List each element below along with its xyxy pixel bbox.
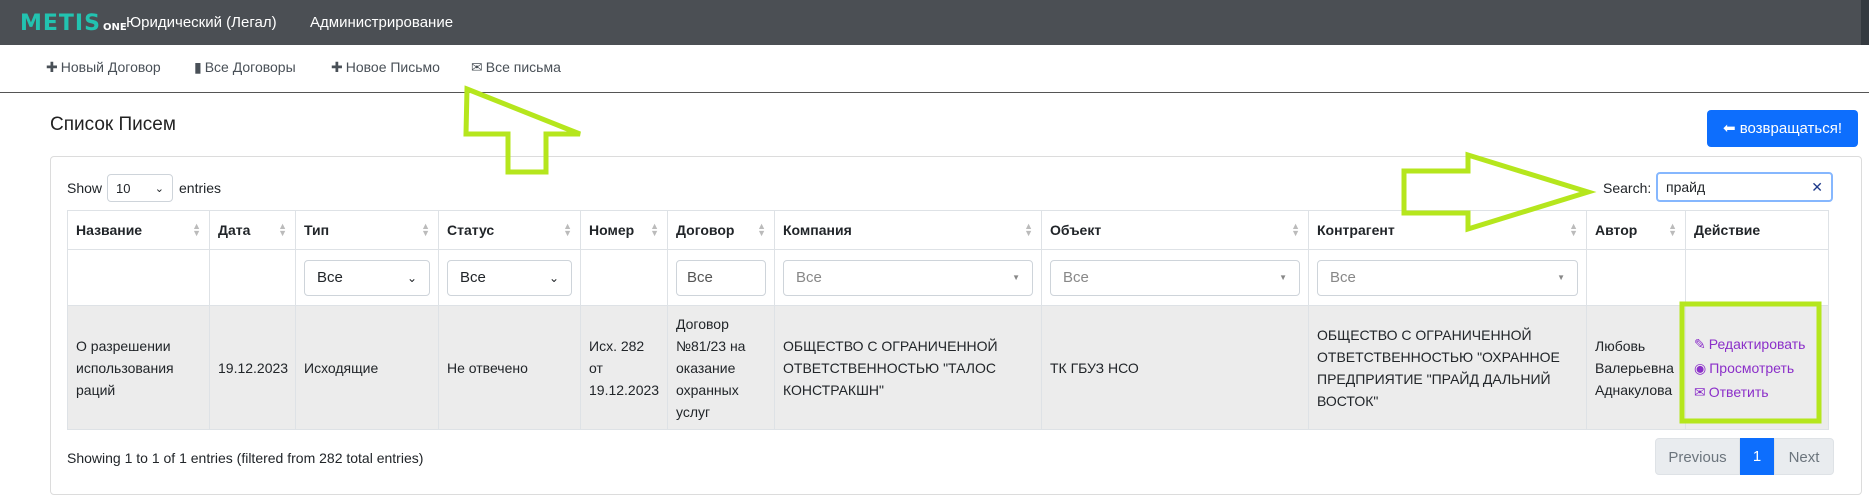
- pencil-icon: ✎: [1694, 335, 1706, 352]
- all-letters-link[interactable]: ✉ Все письма: [471, 59, 561, 76]
- sort-icon: ▲ ▼: [563, 221, 572, 238]
- edit-link[interactable]: ✎ Редактировать: [1694, 332, 1820, 356]
- filter-row: Все ⌄ Все ⌄ Все Все ▼ Все ▼ Все ▼: [67, 249, 1829, 306]
- cell-object: ТК ГБУЗ НСО: [1041, 305, 1309, 430]
- envelope-icon: ✉: [471, 59, 483, 75]
- envelope-icon: ✉: [1694, 383, 1706, 400]
- sort-icon: ▲ ▼: [1569, 221, 1578, 238]
- cell-date: 19.12.2023: [209, 305, 296, 430]
- column-header-object[interactable]: Объект ▲ ▼: [1041, 210, 1309, 250]
- letters-table: Название ▲ ▼ Дата ▲ ▼ Тип ▲ ▼ Статус ▲ ▼ Номер ▲ ▼…: [67, 210, 1829, 430]
- sort-icon: ▲ ▼: [757, 221, 766, 238]
- sort-icon: ▲ ▼: [1668, 221, 1677, 238]
- cell-actions: ✎ Редактировать ◉ Просмотреть ✉ Ответить: [1685, 305, 1829, 430]
- top-navbar: METIS ONE Юридический (Легал) Администрир…: [0, 0, 1869, 45]
- cell-status: Не отвечено: [438, 305, 581, 430]
- column-header-counterparty[interactable]: Контрагент ▲ ▼: [1308, 210, 1587, 250]
- logo[interactable]: METIS ONE: [20, 11, 127, 36]
- page-title: Список Писем: [50, 114, 176, 135]
- back-button[interactable]: ⬅ возвращаться!: [1707, 110, 1858, 147]
- company-filter-select[interactable]: Все ▼: [783, 259, 1033, 296]
- caret-down-icon: ▼: [1012, 272, 1020, 282]
- new-letter-link[interactable]: ✚ Новое Письмо: [331, 59, 440, 76]
- next-page-button[interactable]: Next: [1774, 438, 1834, 475]
- nav-legal[interactable]: Юридический (Легал): [126, 14, 277, 31]
- sort-icon: ▲ ▼: [1024, 221, 1033, 238]
- nav-administration[interactable]: Администрирование: [310, 14, 453, 31]
- entries-label: entries: [179, 180, 222, 196]
- clear-search-icon[interactable]: ✕: [1811, 174, 1823, 200]
- filter-cell-empty: [1586, 249, 1686, 306]
- plus-icon: ✚: [331, 59, 343, 75]
- table-row: О разрешении использования раций 19.12.2…: [67, 305, 1829, 430]
- search-input[interactable]: прайд ✕: [1656, 172, 1833, 202]
- sort-icon: ▲ ▼: [1291, 221, 1300, 238]
- filter-cell-object: Все ▼: [1041, 249, 1309, 306]
- cell-contract: Договор №81/23 на оказание охранных услу…: [667, 305, 775, 430]
- sort-icon: ▲ ▼: [650, 221, 659, 238]
- sort-icon: ▲ ▼: [278, 221, 287, 238]
- sort-icon: ▲ ▼: [192, 221, 201, 238]
- current-page-button[interactable]: 1: [1740, 438, 1774, 475]
- chevron-down-icon: ⌄: [548, 270, 559, 285]
- filter-cell-empty: [1685, 249, 1829, 306]
- plus-icon: ✚: [46, 59, 58, 75]
- column-header-type[interactable]: Тип ▲ ▼: [295, 210, 439, 250]
- book-icon: ▮: [194, 59, 202, 75]
- filter-cell-counterparty: Все ▼: [1308, 249, 1587, 306]
- filter-cell-contract: Все: [667, 249, 775, 306]
- cell-name: О разрешении использования раций: [67, 305, 210, 430]
- new-contract-link[interactable]: ✚ Новый Договор: [46, 59, 161, 76]
- cell-number: Исх. 282 от 19.12.2023: [580, 305, 668, 430]
- previous-page-button[interactable]: Previous: [1655, 438, 1740, 475]
- page-size-select[interactable]: 10 ⌄: [107, 174, 173, 202]
- column-header-action: Действие: [1685, 210, 1829, 250]
- header-row: Название ▲ ▼ Дата ▲ ▼ Тип ▲ ▼ Статус ▲ ▼ Номер ▲ ▼…: [67, 210, 1829, 250]
- column-header-date[interactable]: Дата ▲ ▼: [209, 210, 296, 250]
- caret-down-icon: ▼: [1557, 272, 1565, 282]
- cell-company: ОБЩЕСТВО С ОГРАНИЧЕННОЙ ОТВЕТСТВЕННОСТЬЮ…: [774, 305, 1042, 430]
- column-header-contract[interactable]: Договор ▲ ▼: [667, 210, 775, 250]
- object-filter-select[interactable]: Все ▼: [1050, 259, 1300, 296]
- chevron-down-icon: ⌄: [406, 270, 417, 285]
- filter-cell-empty: [209, 249, 296, 306]
- column-header-status[interactable]: Статус ▲ ▼: [438, 210, 581, 250]
- cell-type: Исходящие: [295, 305, 439, 430]
- sort-icon: ▲ ▼: [421, 221, 430, 238]
- column-header-author[interactable]: Автор ▲ ▼: [1586, 210, 1686, 250]
- table-info: Showing 1 to 1 of 1 entries (filtered fr…: [67, 450, 424, 466]
- arrow-left-icon: ⬅: [1722, 120, 1736, 137]
- scrollbar[interactable]: [1861, 0, 1869, 45]
- reply-link[interactable]: ✉ Ответить: [1694, 380, 1820, 404]
- search-label: Search:: [1603, 180, 1652, 196]
- filter-cell-type: Все ⌄: [295, 249, 439, 306]
- filter-cell-empty: [67, 249, 210, 306]
- filter-cell-empty: [580, 249, 668, 306]
- counterparty-filter-select[interactable]: Все ▼: [1317, 259, 1578, 296]
- eye-icon: ◉: [1694, 359, 1707, 376]
- column-header-company[interactable]: Компания ▲ ▼: [774, 210, 1042, 250]
- chevron-down-icon: ⌄: [154, 183, 164, 195]
- caret-down-icon: ▼: [1279, 272, 1287, 282]
- contract-filter-input[interactable]: Все: [676, 259, 766, 296]
- show-label: Show: [67, 180, 103, 196]
- sub-navbar: ✚ Новый Договор ▮ Все Договоры ✚ Новое Пись…: [0, 45, 1869, 93]
- view-link[interactable]: ◉ Просмотреть: [1694, 356, 1820, 380]
- column-header-number[interactable]: Номер ▲ ▼: [580, 210, 668, 250]
- cell-author: Любовь Валерьевна Аднакулова: [1586, 305, 1686, 430]
- type-filter-select[interactable]: Все ⌄: [304, 259, 430, 296]
- cell-counterparty: ОБЩЕСТВО С ОГРАНИЧЕННОЙ ОТВЕТСТВЕННОСТЬЮ…: [1308, 305, 1587, 430]
- filter-cell-status: Все ⌄: [438, 249, 581, 306]
- status-filter-select[interactable]: Все ⌄: [447, 259, 572, 296]
- filter-cell-company: Все ▼: [774, 249, 1042, 306]
- all-contracts-link[interactable]: ▮ Все Договоры: [194, 59, 296, 76]
- column-header-name[interactable]: Название ▲ ▼: [67, 210, 210, 250]
